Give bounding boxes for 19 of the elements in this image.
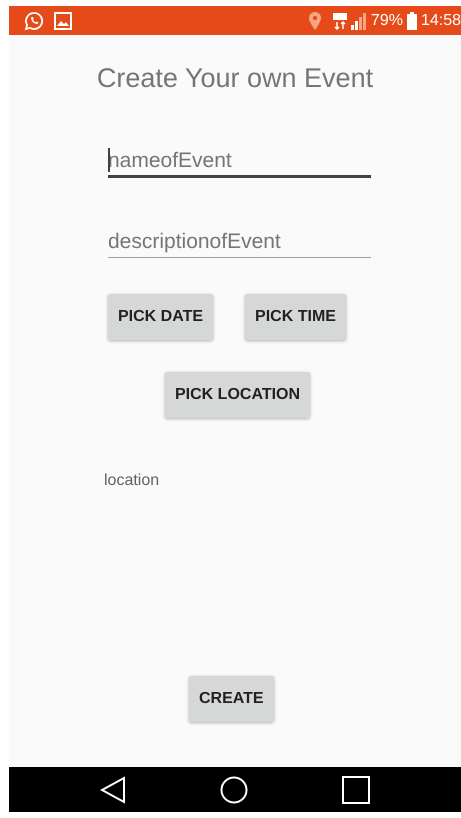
recents-icon[interactable] xyxy=(342,776,370,804)
home-icon[interactable] xyxy=(220,776,248,804)
signal-icon xyxy=(350,12,367,30)
create-button[interactable]: CREATE xyxy=(189,676,274,722)
text-field[interactable]: nameofEvent xyxy=(108,144,371,178)
location-button[interactable]: PICK LOCATION xyxy=(165,372,310,418)
text-field[interactable]: descriptionofEvent xyxy=(108,224,371,258)
location-text: location xyxy=(104,472,160,490)
date-button[interactable]: PICK DATE xyxy=(108,294,214,340)
lte-icon xyxy=(332,12,347,30)
location-pin-icon xyxy=(308,12,321,30)
screen-title: Create Your own Event xyxy=(96,63,374,94)
image-icon xyxy=(54,12,72,30)
time-button[interactable]: PICK TIME xyxy=(245,294,346,340)
clock-time: 14:58 xyxy=(420,12,461,30)
back-icon[interactable] xyxy=(100,776,126,804)
battery-percentage: 79% xyxy=(370,12,403,30)
chat-icon xyxy=(24,10,44,30)
battery-icon xyxy=(406,12,417,30)
